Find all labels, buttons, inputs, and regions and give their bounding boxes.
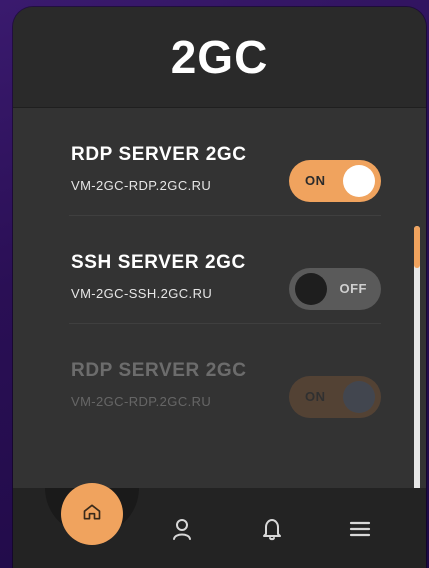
server-name: SSH SERVER 2GC [71,252,246,273]
server-item-ssh: SSH SERVER 2GC VM-2GC-SSH.2GC.RU OFF [69,216,381,324]
server-toggle[interactable]: ON [289,160,381,202]
toggle-label: ON [305,173,326,188]
server-item-rdp-faded: RDP SERVER 2GC VM-2GC-RDP.2GC.RU ON [69,324,381,432]
server-host: VM-2GC-RDP.2GC.RU [71,394,212,409]
nav-notifications-button[interactable] [259,518,285,544]
server-item-rdp: RDP SERVER 2GC VM-2GC-RDP.2GC.RU ON [69,108,381,216]
nav-profile-button[interactable] [169,518,195,544]
server-list[interactable]: RDP SERVER 2GC VM-2GC-RDP.2GC.RU ON SSH … [13,108,426,562]
server-toggle[interactable]: OFF [289,268,381,310]
toggle-label: OFF [339,281,367,296]
server-host: VM-2GC-RDP.2GC.RU [71,178,212,193]
scrollbar-thumb[interactable] [414,226,420,268]
server-host: VM-2GC-SSH.2GC.RU [71,286,213,301]
server-toggle[interactable]: ON [289,376,381,418]
menu-icon [349,519,371,544]
app-card: 2GC RDP SERVER 2GC VM-2GC-RDP.2GC.RU ON … [13,7,426,568]
toggle-knob [343,381,375,413]
nav-menu-button[interactable] [347,518,373,544]
toggle-knob [295,273,327,305]
app-header: 2GC [13,7,426,108]
nav-home-button[interactable] [61,483,123,545]
bell-icon [261,517,283,546]
user-icon [171,517,193,546]
server-name: RDP SERVER 2GC [71,144,247,165]
app-title: 2GC [170,31,269,83]
home-icon [82,502,102,527]
toggle-knob [343,165,375,197]
bottom-navbar [13,483,426,568]
toggle-label: ON [305,389,326,404]
server-name: RDP SERVER 2GC [71,360,247,381]
